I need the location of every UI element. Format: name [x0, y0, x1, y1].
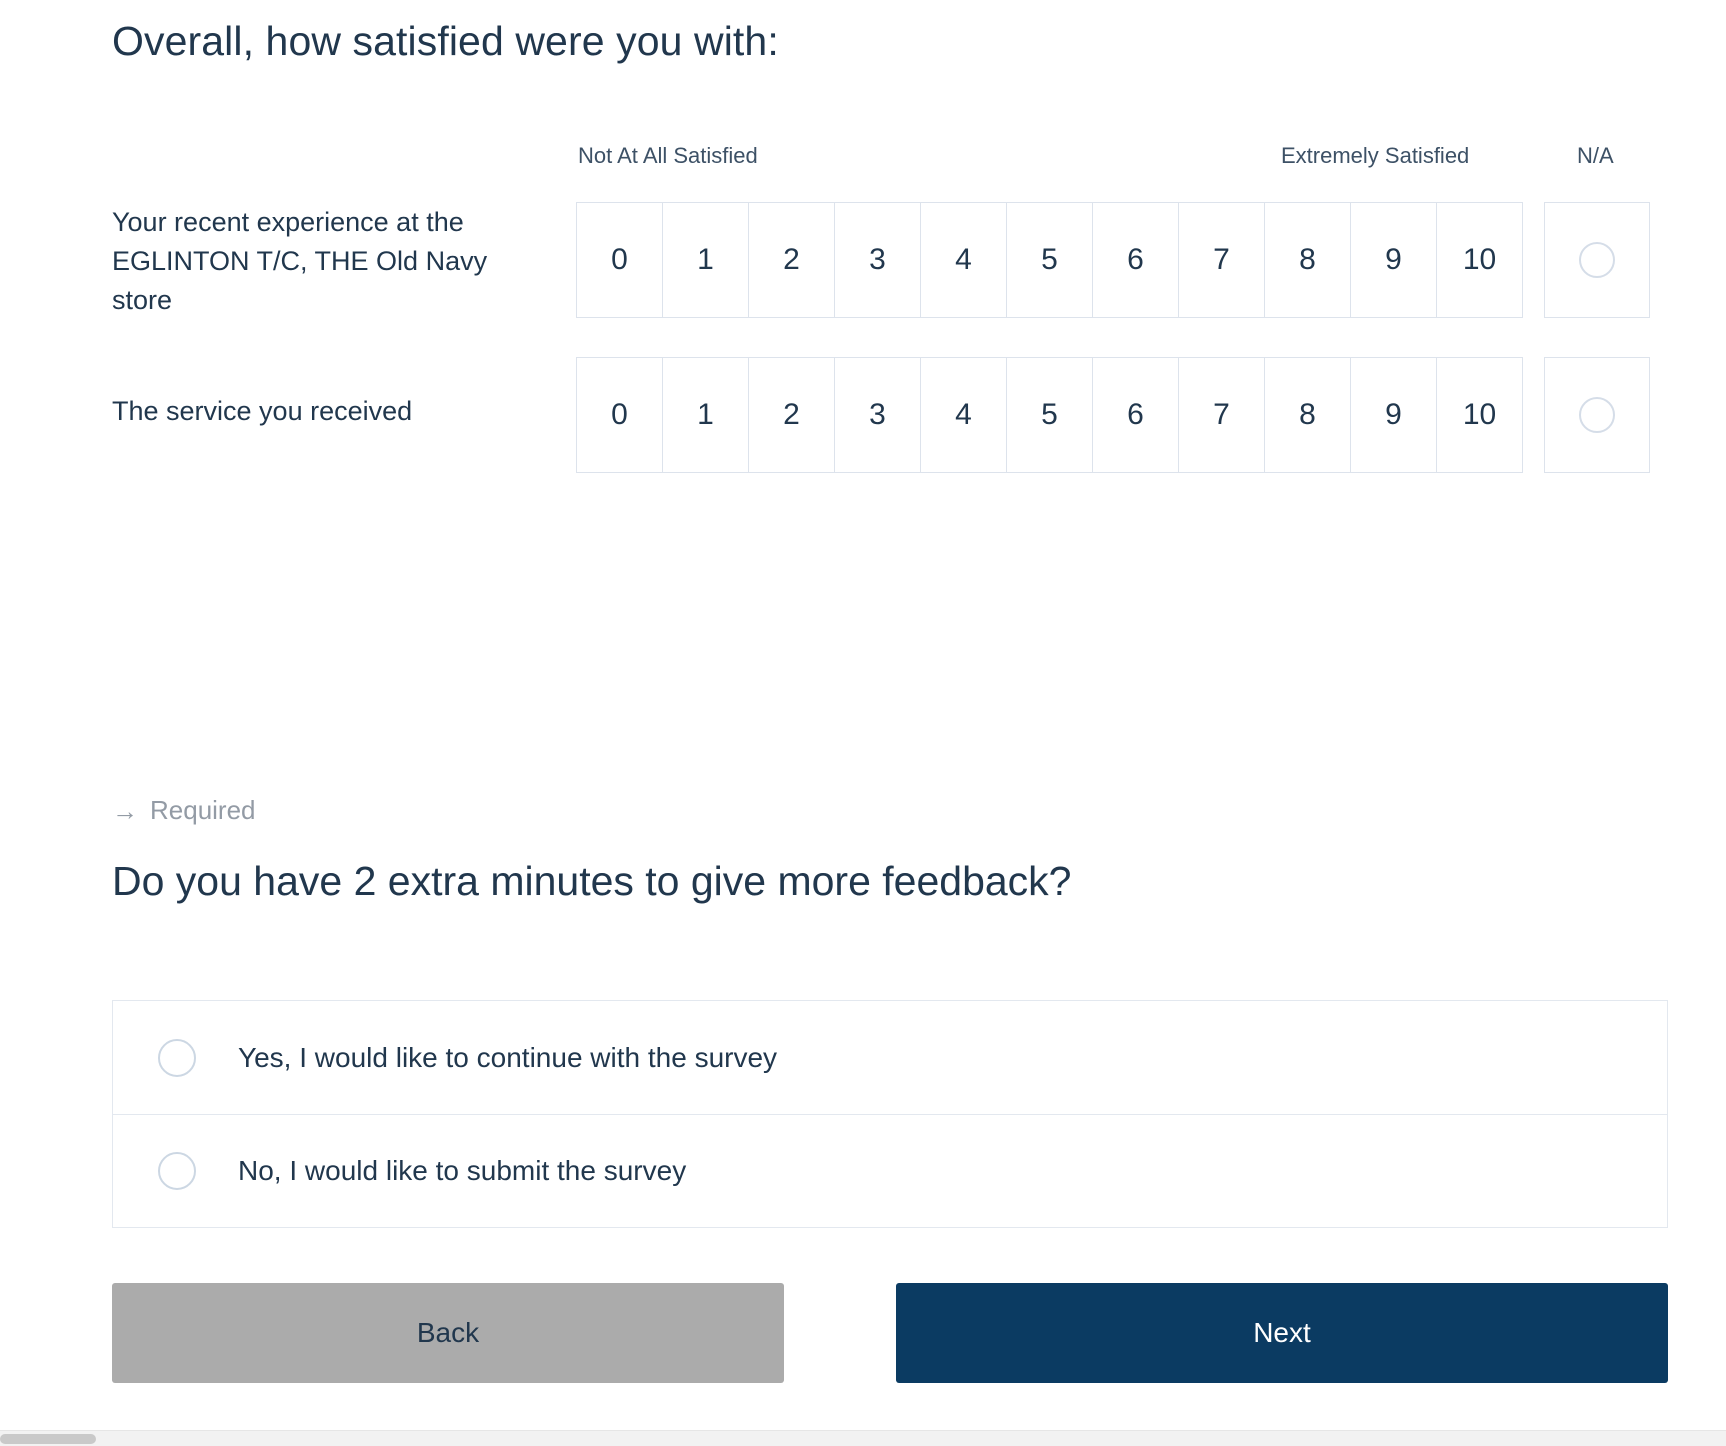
matrix-row-label: The service you received — [112, 396, 413, 426]
rating-cell-4[interactable]: 4 — [921, 358, 1007, 472]
required-label: Required — [150, 795, 256, 825]
rating-scale: 0 1 2 3 4 5 6 7 8 9 10 — [576, 202, 1523, 318]
next-button[interactable]: Next — [896, 1283, 1668, 1383]
rating-cell-3[interactable]: 3 — [835, 203, 921, 317]
rating-cell-3[interactable]: 3 — [835, 358, 921, 472]
rating-cell-0[interactable]: 0 — [577, 358, 663, 472]
rating-cell-6[interactable]: 6 — [1093, 203, 1179, 317]
rating-cell-1[interactable]: 1 — [663, 203, 749, 317]
matrix-row-label: Your recent experience at the EGLINTON T… — [112, 207, 488, 315]
rating-cell-5[interactable]: 5 — [1007, 203, 1093, 317]
matrix-row: Your recent experience at the EGLINTON T… — [0, 195, 1726, 318]
rating-cell-8[interactable]: 8 — [1265, 358, 1351, 472]
rating-cell-8[interactable]: 8 — [1265, 203, 1351, 317]
scale-na-label: N/A — [1577, 143, 1614, 168]
rating-cell-0[interactable]: 0 — [577, 203, 663, 317]
required-note: → Required — [112, 795, 256, 826]
rating-cell-10[interactable]: 10 — [1437, 358, 1523, 472]
option-label: No, I would like to submit the survey — [238, 1155, 687, 1186]
rating-cell-9[interactable]: 9 — [1351, 358, 1437, 472]
option-label: Yes, I would like to continue with the s… — [238, 1041, 778, 1073]
na-option[interactable] — [1544, 357, 1650, 473]
back-button[interactable]: Back — [112, 1283, 784, 1383]
survey-page: Overall, how satisfied were you with: No… — [0, 0, 1726, 1446]
rating-cell-9[interactable]: 9 — [1351, 203, 1437, 317]
option-yes[interactable]: Yes, I would like to continue with the s… — [113, 1001, 1667, 1114]
rating-scale: 0 1 2 3 4 5 6 7 8 9 10 — [576, 357, 1523, 473]
rating-cell-4[interactable]: 4 — [921, 203, 1007, 317]
radio-icon — [158, 1038, 196, 1077]
radio-icon — [1579, 397, 1615, 433]
scrollbar-thumb[interactable] — [0, 1434, 96, 1444]
question-2-title: Do you have 2 extra minutes to give more… — [112, 858, 1072, 904]
rating-cell-5[interactable]: 5 — [1007, 358, 1093, 472]
rating-cell-6[interactable]: 6 — [1093, 358, 1179, 472]
rating-cell-2[interactable]: 2 — [749, 203, 835, 317]
scale-high-label: Extremely Satisfied — [1281, 143, 1470, 168]
scale-low-label: Not At All Satisfied — [578, 143, 758, 168]
option-no[interactable]: No, I would like to submit the survey — [113, 1114, 1667, 1227]
question-1-title: Overall, how satisfied were you with: — [112, 18, 779, 64]
rating-cell-2[interactable]: 2 — [749, 358, 835, 472]
rating-cell-7[interactable]: 7 — [1179, 358, 1265, 472]
radio-icon — [1579, 242, 1615, 278]
rating-cell-7[interactable]: 7 — [1179, 203, 1265, 317]
matrix-row: The service you received 0 1 2 3 4 5 6 7… — [0, 350, 1726, 473]
horizontal-scrollbar[interactable] — [0, 1430, 1726, 1446]
rating-cell-1[interactable]: 1 — [663, 358, 749, 472]
rating-cell-10[interactable]: 10 — [1437, 203, 1523, 317]
radio-icon — [158, 1152, 196, 1190]
na-option[interactable] — [1544, 202, 1650, 318]
radio-options-group: Yes, I would like to continue with the s… — [112, 1000, 1668, 1228]
arrow-right-icon: → — [112, 795, 138, 826]
